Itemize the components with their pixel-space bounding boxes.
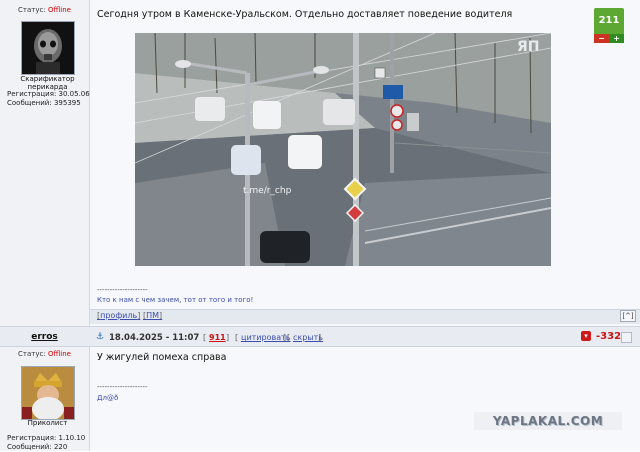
status-label: Статус: bbox=[18, 350, 46, 358]
reg-label: Регистрация: bbox=[7, 90, 57, 98]
bracket: ] bbox=[318, 333, 322, 342]
reg-label: Регистрация: bbox=[7, 434, 57, 442]
signature-divider: -------------------- bbox=[97, 286, 148, 294]
profile-link-label[interactable]: профиль bbox=[100, 311, 137, 320]
user-info: Регистрация: 30.05.06 Сообщений: 395395 bbox=[7, 90, 90, 108]
rate-box-icon[interactable] bbox=[621, 332, 632, 343]
signature-text: Дл@ð bbox=[97, 394, 119, 402]
avatar-king-image bbox=[22, 367, 74, 421]
pm-link-label[interactable]: ПМ bbox=[146, 311, 159, 320]
reg-value: 30.05.06 bbox=[58, 90, 90, 98]
post-actions-bar bbox=[90, 309, 640, 324]
bracket: [ bbox=[287, 333, 291, 342]
reg-value: 1.10.10 bbox=[58, 434, 86, 442]
post-body-text: У жигулей помеха справа bbox=[97, 352, 227, 363]
bracket: ] bbox=[226, 333, 230, 342]
user-title: Скарификатор перикарда bbox=[20, 75, 75, 91]
profile-link[interactable]: [профиль] bbox=[97, 311, 140, 320]
pm-link[interactable]: [ПМ] bbox=[143, 311, 162, 320]
signature-text: Кто к нам с чем зачем, тот от того и тог… bbox=[97, 296, 254, 304]
post-number-link[interactable]: 911 bbox=[209, 333, 226, 342]
post-rating: 211 − + bbox=[594, 8, 624, 44]
video-player[interactable]: t.me/r_chp ЯП bbox=[135, 33, 551, 266]
bracket: [ bbox=[203, 333, 207, 342]
post1-status: Статус: Offline bbox=[0, 6, 89, 14]
msgs-label: Сообщений: bbox=[7, 443, 52, 451]
bracket: [ bbox=[235, 333, 239, 342]
post-date: 18.04.2025 - 11:07 bbox=[109, 333, 200, 343]
post2-rating: -332 bbox=[596, 331, 622, 342]
rate-up-button[interactable]: + bbox=[609, 34, 624, 43]
post2-status: Статус: Offline bbox=[0, 350, 89, 358]
status-label: Статус: bbox=[18, 6, 46, 14]
avatar[interactable] bbox=[21, 21, 75, 75]
rating-down-icon[interactable]: ▾ bbox=[581, 331, 591, 341]
avatar[interactable] bbox=[21, 366, 75, 421]
username-link[interactable]: erros bbox=[0, 332, 89, 342]
video-watermark-text: t.me/r_chp bbox=[243, 186, 292, 196]
status-value: Offline bbox=[47, 350, 71, 358]
msgs-value: 220 bbox=[53, 443, 68, 451]
signature-divider: -------------------- bbox=[97, 383, 148, 391]
status-value: Offline bbox=[47, 6, 71, 14]
user-title: Приколист bbox=[27, 419, 68, 427]
rating-value: 211 bbox=[594, 8, 624, 34]
user-info: Регистрация: 1.10.10 Сообщений: 220 bbox=[7, 434, 85, 452]
rate-down-button[interactable]: − bbox=[594, 34, 609, 43]
avatar-skull-image bbox=[22, 22, 74, 74]
scroll-top-button[interactable]: [^] bbox=[620, 310, 636, 322]
anchor-icon[interactable]: ⚓ bbox=[96, 332, 104, 342]
video-frame: t.me/r_chp ЯП bbox=[135, 33, 551, 266]
msgs-label: Сообщений: bbox=[7, 99, 52, 107]
msgs-value: 395395 bbox=[53, 99, 81, 107]
site-watermark: YAPLAKAL.COM bbox=[474, 412, 622, 430]
bracket: ] bbox=[283, 333, 287, 342]
channel-logo: ЯП bbox=[517, 39, 540, 55]
post-body-text: Сегодня утром в Каменске-Уральском. Отде… bbox=[97, 9, 513, 20]
